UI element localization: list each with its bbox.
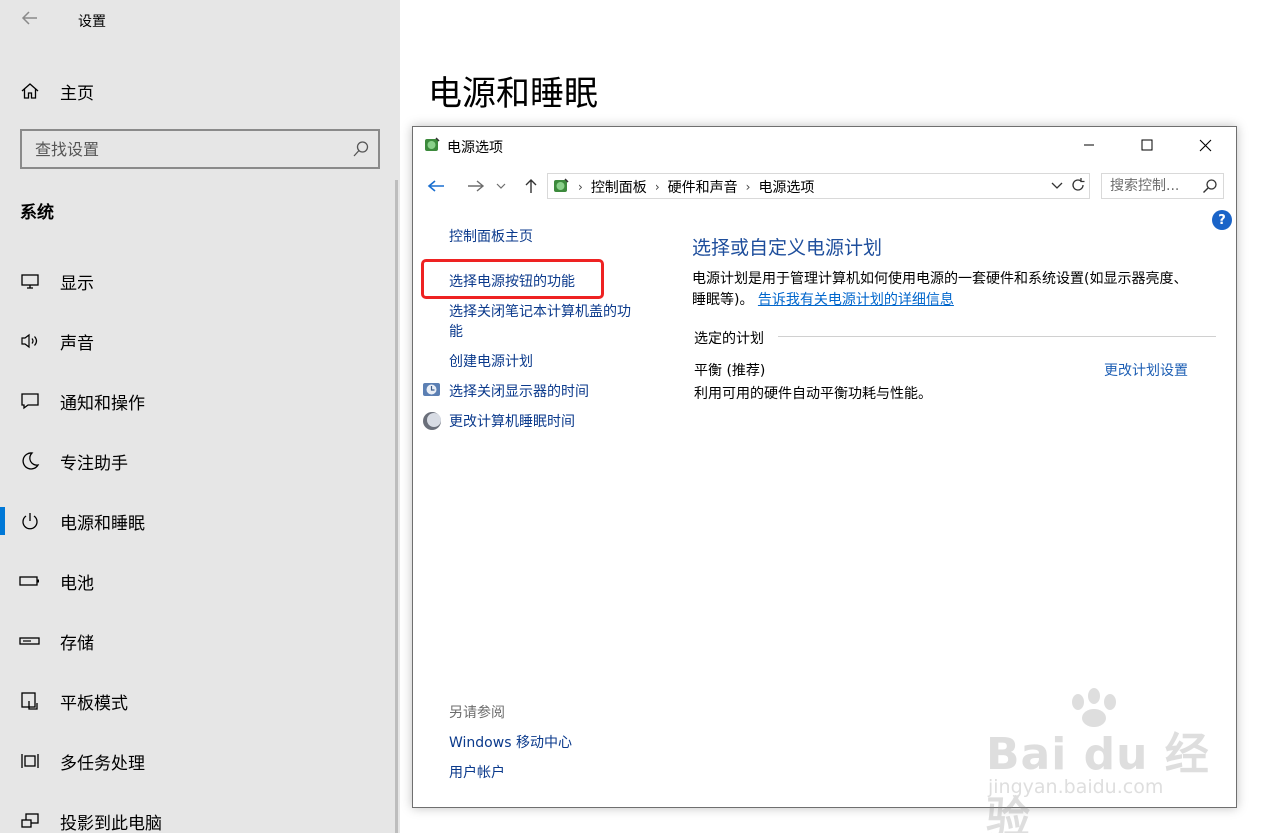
watermark-url: jingyan.baidu.com (988, 776, 1164, 798)
link-display-off-time[interactable]: 选择关闭显示器的时间 (449, 382, 589, 402)
chevron-down-icon[interactable] (1047, 177, 1067, 195)
section-title: 系统 (20, 203, 54, 223)
nav-label: 显示 (60, 273, 94, 294)
nav-label: 存储 (60, 633, 94, 654)
moon-icon (19, 450, 41, 472)
nav-item-tablet-mode[interactable]: 平板模式 (0, 681, 396, 721)
nav-label: 投影到此电脑 (60, 813, 162, 833)
multitask-icon (19, 750, 41, 772)
battery-icon (19, 570, 41, 592)
sidebar-scrollbar[interactable] (395, 180, 398, 833)
help-icon[interactable]: ? (1212, 210, 1232, 230)
learn-more-link[interactable]: 告诉我有关电源计划的详细信息 (758, 292, 954, 308)
close-button[interactable] (1176, 127, 1234, 163)
plan-name: 平衡 (推荐) (694, 363, 766, 379)
control-panel-search-box[interactable] (1101, 173, 1224, 199)
project-icon (19, 810, 41, 832)
see-also-heading: 另请参阅 (449, 705, 505, 721)
chevron-right-icon: › (578, 180, 583, 194)
main-title: 选择或自定义电源计划 (692, 237, 883, 259)
link-power-button-function[interactable]: 选择电源按钮的功能 (449, 272, 575, 292)
app-title: 设置 (78, 14, 106, 30)
nav-label: 专注助手 (60, 453, 128, 474)
monitor-icon (19, 270, 41, 292)
search-icon[interactable] (352, 140, 370, 158)
power-icon (19, 510, 41, 532)
nav-item-notifications[interactable]: 通知和操作 (0, 381, 396, 421)
refresh-icon[interactable] (1068, 175, 1088, 195)
nav-label: 通知和操作 (60, 393, 145, 414)
settings-sidebar: 设置 主页 系统 显示 声音 通知和操作 专注助手 (0, 0, 400, 833)
power-options-icon (552, 177, 570, 195)
link-mobility-center[interactable]: Windows 移动中心 (449, 733, 572, 753)
change-plan-settings-link[interactable]: 更改计划设置 (1104, 360, 1188, 380)
window-title: 电源选项 (447, 140, 503, 156)
nav-item-storage[interactable]: 存储 (0, 621, 396, 661)
search-icon[interactable] (1202, 178, 1218, 194)
link-lid-close-function[interactable]: 选择关闭笔记本计算机盖的功 (449, 302, 631, 322)
breadcrumb-item[interactable]: 控制面板 (591, 177, 647, 197)
nav-label: 多任务处理 (60, 753, 145, 774)
speaker-icon (19, 330, 41, 352)
breadcrumb-item[interactable]: 硬件和声音 (668, 177, 738, 197)
forward-arrow-icon[interactable] (464, 173, 488, 199)
display-off-icon (422, 381, 442, 401)
nav-item-sound[interactable]: 声音 (0, 321, 396, 361)
link-control-panel-home[interactable]: 控制面板主页 (449, 227, 533, 247)
control-panel-search-input[interactable] (1102, 174, 1198, 198)
nav-item-focus-assist[interactable]: 专注助手 (0, 441, 396, 481)
nav-label: 声音 (60, 333, 94, 354)
settings-search-input[interactable] (22, 131, 340, 167)
plan-description: 电源计划是用于管理计算机如何使用电源的一套硬件和系统设置(如显示器亮度、 睡眠等… (692, 269, 1222, 311)
nav-item-home[interactable]: 主页 (0, 71, 396, 111)
breadcrumb: › 控制面板 › 硬件和声音 › 电源选项 (578, 177, 814, 197)
nav-item-multitasking[interactable]: 多任务处理 (0, 741, 396, 781)
link-sleep-time[interactable]: 更改计算机睡眠时间 (449, 412, 575, 432)
sleep-moon-icon (422, 411, 442, 431)
description-text: 睡眠等)。 (692, 292, 754, 308)
tablet-icon (19, 690, 41, 712)
maximize-button[interactable] (1118, 127, 1176, 163)
storage-icon (19, 630, 41, 652)
plan-detail: 利用可用的硬件自动平衡功耗与性能。 (694, 386, 932, 402)
nav-item-project[interactable]: 投影到此电脑 (0, 801, 396, 833)
nav-item-battery[interactable]: 电池 (0, 561, 396, 601)
chevron-right-icon[interactable]: › (655, 180, 660, 194)
settings-search-box[interactable] (20, 129, 380, 169)
chevron-right-icon[interactable]: › (746, 180, 751, 194)
back-arrow-icon[interactable] (424, 173, 448, 199)
home-icon (19, 80, 41, 102)
divider (778, 336, 1216, 337)
minimize-button[interactable] (1060, 127, 1118, 163)
notification-icon (19, 390, 41, 412)
nav-item-power-sleep[interactable]: 电源和睡眠 (0, 501, 396, 541)
nav-label: 主页 (60, 83, 94, 104)
address-bar[interactable]: › 控制面板 › 硬件和声音 › 电源选项 (547, 173, 1090, 199)
selected-plan-label: 选定的计划 (694, 331, 764, 347)
breadcrumb-item[interactable]: 电源选项 (758, 177, 814, 197)
back-arrow-icon[interactable] (18, 8, 42, 32)
power-options-icon (423, 136, 441, 154)
link-lid-close-function-cont[interactable]: 能 (449, 322, 463, 342)
nav-label: 平板模式 (60, 693, 128, 714)
nav-item-display[interactable]: 显示 (0, 261, 396, 301)
up-arrow-icon[interactable] (519, 173, 543, 199)
navigation-bar: › 控制面板 › 硬件和声音 › 电源选项 (413, 171, 1236, 201)
description-text: 电源计划是用于管理计算机如何使用电源的一套硬件和系统设置(如显示器亮度、 (692, 271, 1188, 287)
recent-locations-chevron-icon[interactable] (494, 173, 508, 199)
link-user-accounts[interactable]: 用户帐户 (449, 763, 505, 783)
nav-label: 电源和睡眠 (60, 513, 145, 534)
window-titlebar[interactable]: 电源选项 (413, 127, 1236, 164)
baidu-watermark: Bai du 经验 jingyan.baidu.com (982, 688, 1222, 833)
link-create-power-plan[interactable]: 创建电源计划 (449, 352, 533, 372)
page-title: 电源和睡眠 (428, 74, 598, 114)
nav-label: 电池 (60, 573, 94, 594)
